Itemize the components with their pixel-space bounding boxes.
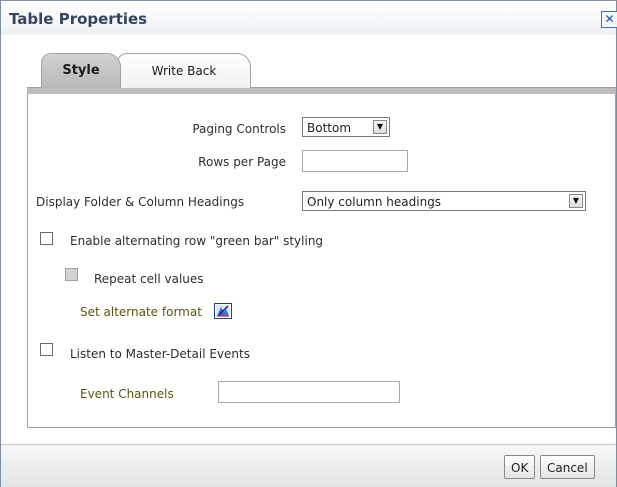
repeat-cell-values-label: Repeat cell values (94, 272, 204, 286)
master-detail-label: Listen to Master-Detail Events (70, 347, 250, 361)
display-headings-value: Only column headings (307, 195, 442, 209)
display-headings-select[interactable]: Only column headings ▼ (302, 191, 586, 211)
paging-controls-value: Bottom (307, 121, 352, 135)
dialog-title: Table Properties (9, 10, 148, 28)
chevron-down-icon[interactable]: ▼ (373, 120, 387, 134)
master-detail-checkbox[interactable] (40, 343, 53, 356)
paging-controls-label: Paging Controls (192, 122, 286, 136)
event-channels-label: Event Channels (80, 387, 174, 401)
tab-write-back[interactable]: Write Back (117, 53, 251, 88)
tab-strip (27, 87, 616, 94)
rows-per-page-label: Rows per Page (198, 155, 286, 169)
paging-controls-select[interactable]: Bottom ▼ (302, 117, 390, 137)
cancel-button[interactable]: Cancel (540, 455, 595, 479)
display-headings-label: Display Folder & Column Headings (36, 195, 245, 209)
ok-button[interactable]: OK (504, 455, 536, 479)
green-bar-label: Enable alternating row "green bar" styli… (70, 234, 324, 248)
tab-style[interactable]: Style (41, 53, 121, 88)
set-alternate-format-label[interactable]: Set alternate format (80, 305, 202, 319)
dialog-titlebar: Table Properties ✕ (1, 1, 617, 35)
dialog-footer: OK Cancel (1, 444, 616, 487)
rows-per-page-input[interactable] (302, 150, 408, 172)
event-channels-input[interactable] (218, 381, 400, 403)
edit-format-icon[interactable] (214, 303, 232, 319)
green-bar-checkbox[interactable] (40, 232, 53, 245)
close-icon[interactable]: ✕ (601, 11, 617, 28)
chevron-down-icon[interactable]: ▼ (569, 194, 583, 208)
table-properties-dialog: Table Properties ✕ Style Write Back Pagi… (0, 0, 617, 487)
style-panel: Paging Controls Bottom ▼ Rows per Page D… (27, 94, 616, 428)
repeat-cell-values-checkbox[interactable] (65, 268, 78, 281)
